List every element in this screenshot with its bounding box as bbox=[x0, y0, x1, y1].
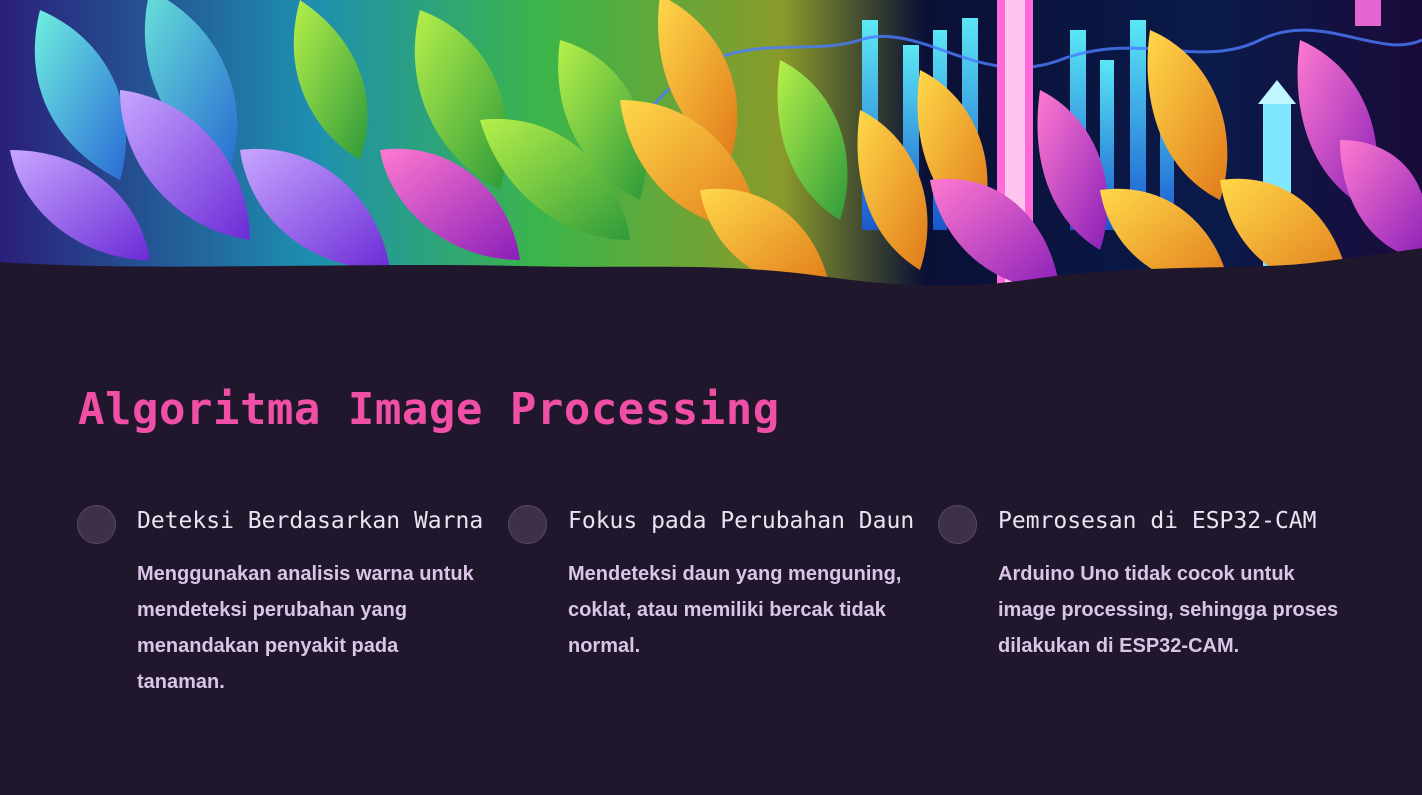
feature-heading: Pemrosesan di ESP32-CAM bbox=[998, 508, 1317, 534]
banner-image bbox=[0, 0, 1422, 290]
bullet-dot bbox=[938, 505, 977, 544]
feature-heading: Deteksi Berdasarkan Warna bbox=[137, 508, 484, 534]
feature-description: Menggunakan analisis warna untuk mendete… bbox=[137, 563, 474, 693]
bullet-dot bbox=[77, 505, 116, 544]
feature-description: Arduino Uno tidak cocok untuk image proc… bbox=[998, 563, 1339, 657]
feature-heading: Fokus pada Perubahan Daun bbox=[568, 508, 915, 534]
slide-title: Algoritma Image Processing bbox=[78, 384, 780, 435]
feature-description: Mendeteksi daun yang menguning, coklat, … bbox=[568, 563, 902, 657]
bullet-dot bbox=[508, 505, 547, 544]
